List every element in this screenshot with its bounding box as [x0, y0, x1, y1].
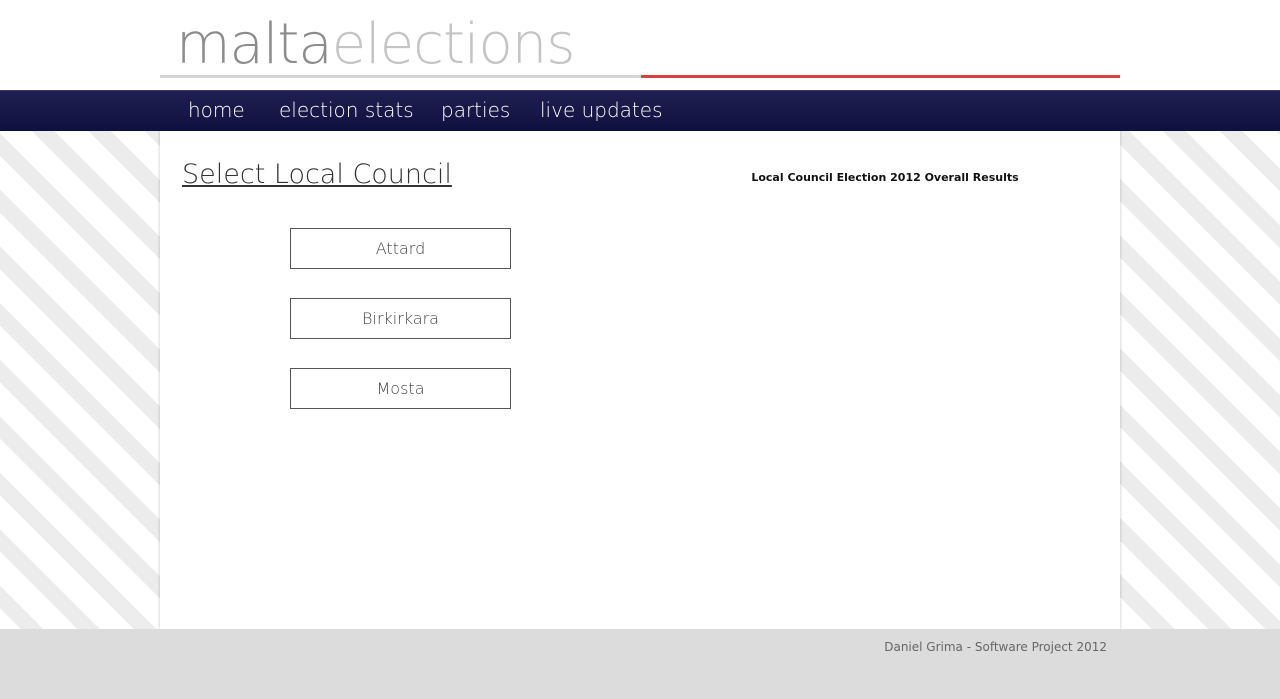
header: maltaelections [0, 0, 1280, 90]
council-button-mosta[interactable]: Mosta [290, 368, 511, 409]
select-council-heading[interactable]: Select Local Council [182, 159, 452, 190]
header-divider-gray [160, 75, 642, 78]
logo-part-malta: malta [176, 12, 333, 77]
council-button-birkirkara[interactable]: Birkirkara [290, 298, 511, 339]
results-donut-chart: 38.531.030.5 [680, 191, 1090, 551]
header-divider-red [641, 75, 1120, 78]
footer: Daniel Grima - Software Project 2012 [0, 629, 1280, 699]
nav-live-updates[interactable]: live updates [540, 98, 663, 122]
main-nav: home election stats parties live updates [0, 90, 1280, 131]
chart-title: Local Council Election 2012 Overall Resu… [751, 171, 1019, 184]
nav-parties[interactable]: parties [441, 98, 510, 122]
footer-credit: Daniel Grima - Software Project 2012 [884, 640, 1107, 654]
site-logo[interactable]: maltaelections [176, 10, 576, 80]
council-button-attard[interactable]: Attard [290, 228, 511, 269]
logo-part-elections: elections [331, 12, 576, 77]
nav-home[interactable]: home [188, 98, 245, 122]
main-content: Select Local Council Attard Birkirkara M… [160, 131, 1120, 629]
nav-election-stats[interactable]: election stats [279, 98, 414, 122]
